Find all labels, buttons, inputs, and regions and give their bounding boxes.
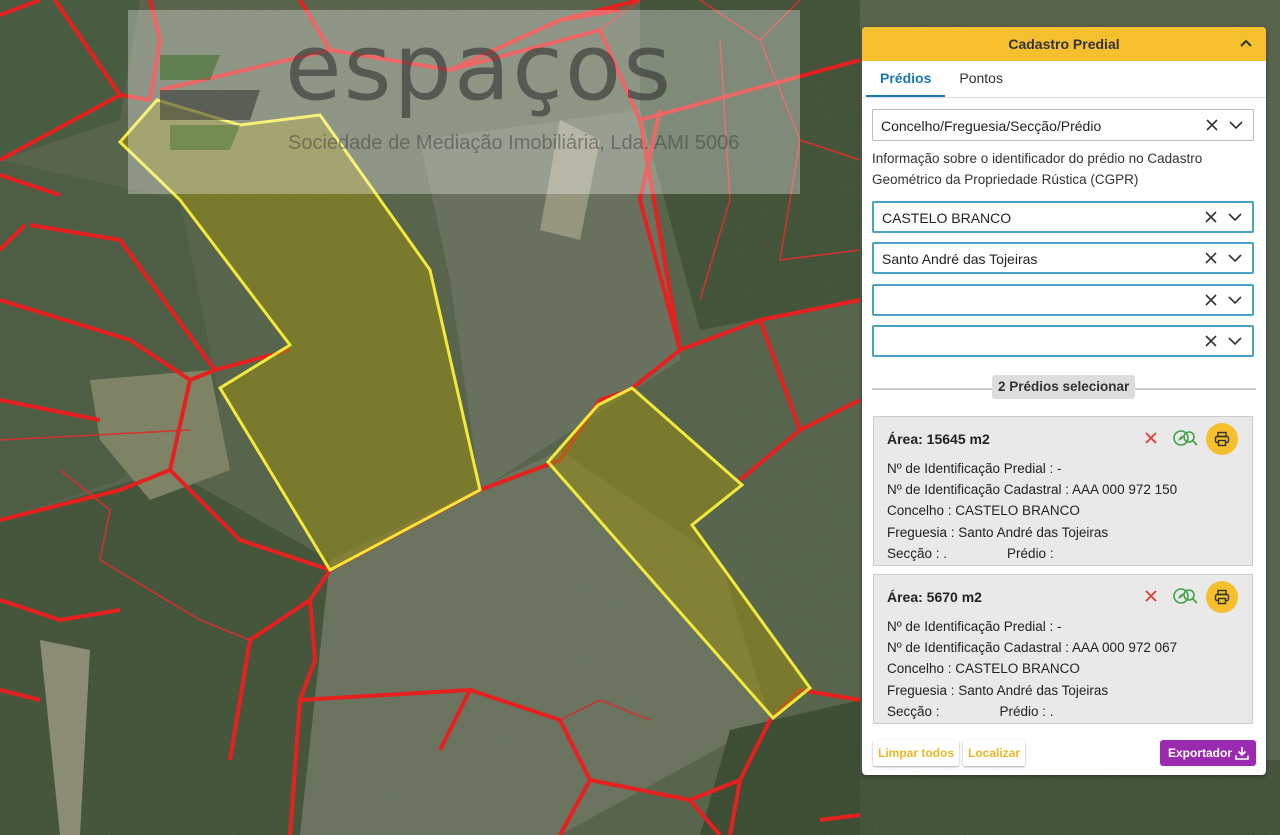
freguesia-line: Freguesia : Santo André das Tojeiras [887,682,1109,698]
search-type-select[interactable]: Concelho/Freguesia/Secção/Prédio [872,109,1254,141]
watermark-title: espaços [285,14,674,121]
predial-id: Nº de Identificação Predial : - [887,461,1062,476]
chevron-down-icon[interactable] [1228,211,1242,223]
cgpr-info-text: Informação sobre o identificador do préd… [872,151,1203,187]
chevron-down-icon[interactable] [1228,294,1242,306]
export-label: Exportador [1168,746,1233,760]
freguesia-line: Freguesia : Santo André das Tojeiras [887,524,1109,540]
chevron-down-icon[interactable] [1228,335,1242,347]
tab-predios[interactable]: Prédios [866,61,946,97]
clear-all-button[interactable]: Limpar todos [873,740,960,766]
parcel-card: Área: 5670 m2 Nº de Identificação Predia… [873,574,1253,724]
clear-x-icon[interactable] [1204,251,1218,265]
clear-x-icon[interactable] [1204,293,1218,307]
print-button[interactable] [1206,423,1238,455]
print-button[interactable] [1206,581,1238,613]
panel-header[interactable]: Cadastro Predial [862,27,1266,61]
printer-icon [1214,589,1230,605]
search-type-value: Concelho/Freguesia/Secção/Prédio [881,118,1102,134]
tab-pontos[interactable]: Pontos [945,61,1017,97]
concelho-value: CASTELO BRANCO [882,210,1012,226]
predial-id: Nº de Identificação Predial : - [887,619,1062,634]
compass-icon[interactable] [1172,587,1190,605]
clear-x-icon[interactable] [1204,210,1218,224]
locate-button[interactable]: Localizar [963,740,1026,766]
chevron-up-icon[interactable] [1238,35,1254,51]
predio-line: Prédio : . [999,703,1054,719]
freguesia-value: Santo André das Tojeiras [882,251,1038,267]
selection-count-label: 2 Prédios selecionar [992,375,1136,399]
cadastral-id: Nº de Identificação Cadastral : AAA 000 … [887,482,1178,498]
delete-x-icon[interactable] [1142,429,1160,447]
parcel-area: Área: 15645 m2 [887,431,990,447]
concelho-select[interactable]: CASTELO BRANCO [872,201,1254,233]
panel-tabs: Prédios Pontos [862,61,1266,98]
seccao-select[interactable] [872,284,1254,316]
freguesia-select[interactable]: Santo André das Tojeiras [872,242,1254,274]
printer-icon [1214,431,1230,447]
chevron-down-icon[interactable] [1228,252,1242,264]
concelho-line: Concelho : CASTELO BRANCO [887,661,1080,677]
delete-x-icon[interactable] [1142,587,1160,605]
compass-icon[interactable] [1172,429,1190,447]
download-icon [1235,747,1249,760]
cadastral-id: Nº de Identificação Cadastral : AAA 000 … [887,640,1178,656]
cadastro-panel: Cadastro Predial Prédios Pontos Concelho… [862,27,1266,775]
clear-x-icon[interactable] [1205,118,1219,132]
export-button[interactable]: Exportador [1160,740,1256,766]
predio-select[interactable] [872,325,1254,357]
panel-title: Cadastro Predial [1008,36,1120,52]
watermark-subtitle: Sociedade de Mediação Imobiliária, Lda. … [288,132,740,154]
clear-x-icon[interactable] [1204,334,1218,348]
concelho-line: Concelho : CASTELO BRANCO [887,503,1080,519]
seccao-line: Secção : [887,703,940,719]
seccao-line: Secção : . [887,545,948,561]
parcel-area: Área: 5670 m2 [887,589,982,605]
chevron-down-icon[interactable] [1229,119,1243,131]
parcel-card: Área: 15645 m2 Nº de Identificação Predi… [873,416,1253,566]
agency-logo-icon [160,55,260,150]
predio-line: Prédio : [1007,545,1054,561]
